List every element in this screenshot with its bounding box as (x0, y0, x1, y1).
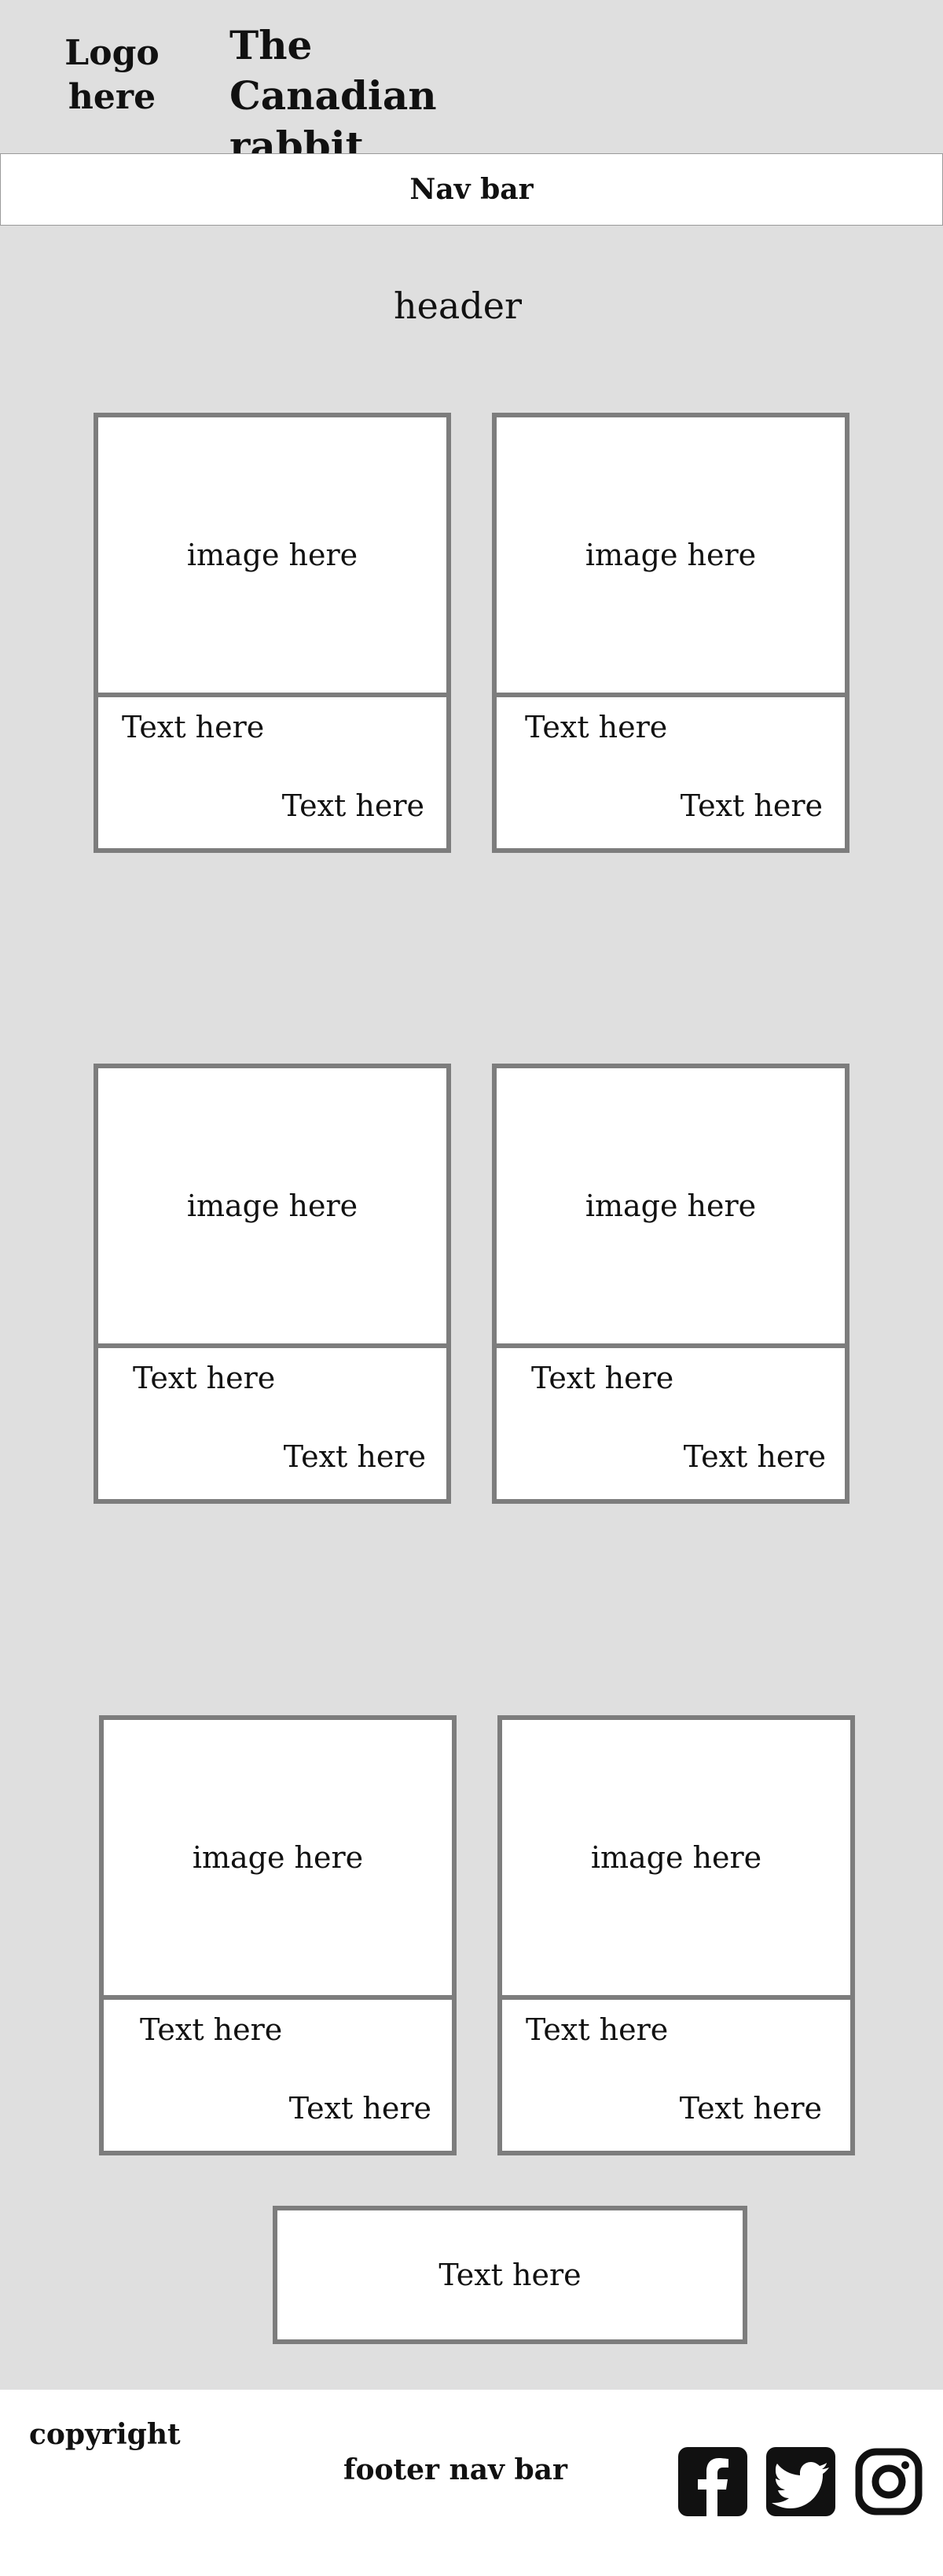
card-image-label: image here (585, 1189, 757, 1223)
card-image-label: image here (192, 1840, 364, 1875)
card-image-label: image here (186, 538, 358, 572)
card-text-bottom: Text here (288, 2091, 431, 2126)
card-text-bottom: Text here (683, 1439, 826, 1474)
card[interactable]: image here Text here Text here (492, 413, 849, 853)
page-header: header (394, 285, 522, 327)
card-image: image here (497, 1068, 845, 1348)
card-image: image here (497, 417, 845, 697)
card-text-top: Text here (526, 2012, 669, 2047)
cta-box[interactable]: Text here (273, 2206, 747, 2344)
card-text-top: Text here (133, 1361, 276, 1395)
logo-line-1: Logo (64, 33, 160, 73)
nav-bar-label: Nav bar (409, 173, 534, 206)
card[interactable]: image here Text here Text here (492, 1064, 849, 1504)
card-image-label: image here (585, 538, 757, 572)
card[interactable]: image here Text here Text here (94, 413, 451, 853)
card-text-top: Text here (122, 710, 265, 744)
facebook-icon[interactable] (677, 2446, 749, 2518)
cta-text: Text here (438, 2258, 582, 2292)
card-image-label: image here (590, 1840, 762, 1875)
card-image: image here (98, 417, 446, 697)
logo-line-2: here (68, 77, 156, 117)
copyright: copyright (29, 2418, 181, 2451)
card-image: image here (104, 1720, 452, 2000)
nav-bar[interactable]: Nav bar (0, 153, 943, 226)
instagram-icon[interactable] (853, 2446, 925, 2518)
card[interactable]: image here Text here Text here (99, 1715, 457, 2155)
card-image-label: image here (186, 1189, 358, 1223)
card-text-top: Text here (531, 1361, 674, 1395)
card[interactable]: image here Text here Text here (497, 1715, 855, 2155)
logo[interactable]: Logo here (31, 31, 193, 119)
card[interactable]: image here Text here Text here (94, 1064, 451, 1504)
site-title-line-1: The Canadian (229, 22, 437, 119)
card-text-bottom: Text here (281, 788, 424, 823)
card-text-bottom: Text here (680, 788, 823, 823)
card-image: image here (98, 1068, 446, 1348)
card-text-bottom: Text here (679, 2091, 822, 2126)
card-text-top: Text here (140, 2012, 283, 2047)
card-image: image here (502, 1720, 850, 2000)
card-text-bottom: Text here (283, 1439, 426, 1474)
card-text-top: Text here (525, 710, 668, 744)
twitter-icon[interactable] (765, 2446, 837, 2518)
footer-nav-bar[interactable]: footer nav bar (343, 2453, 567, 2486)
